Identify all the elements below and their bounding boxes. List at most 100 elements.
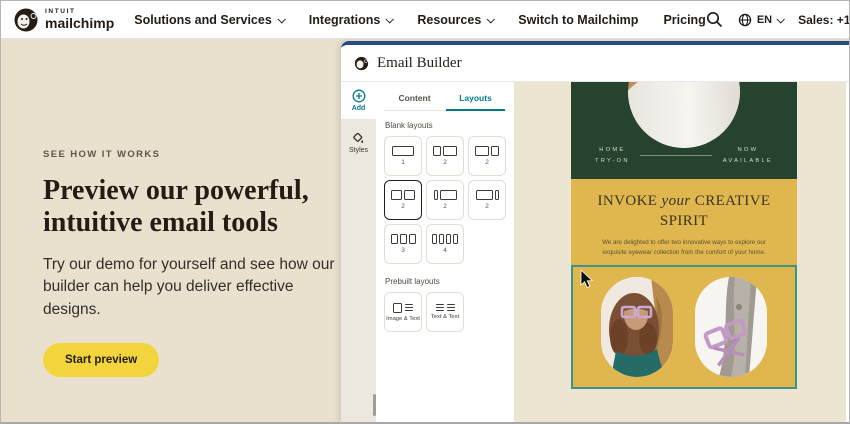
- top-navigation: INTUIT mailchimp Solutions and Services …: [1, 1, 849, 39]
- prebuilt-layouts-grid: Image & Text Text & Text: [384, 292, 506, 332]
- blank-layouts-grid: 1 2 2 2 2 2 3 4: [384, 136, 506, 264]
- text-text-icon: [435, 303, 455, 312]
- divider-line: [640, 155, 713, 157]
- hat-product-image: [628, 82, 740, 148]
- headline-italic: your: [661, 193, 691, 209]
- email-body-text: We are delighted to offer two innovative…: [602, 239, 766, 257]
- layout-glyph: [433, 190, 457, 200]
- model-with-glasses-image: [601, 277, 673, 377]
- email-headline: INVOKE your CREATIVE SPIRIT: [585, 192, 783, 231]
- layout-card-1col[interactable]: 1: [384, 136, 422, 176]
- prebuilt-layouts-label: Prebuilt layouts: [385, 277, 440, 286]
- chevron-down-icon: [486, 14, 496, 24]
- email-preview[interactable]: HOME TRY-ON NOW AVAILABLE INVOKE your CR…: [571, 82, 797, 389]
- chevron-down-icon: [776, 14, 786, 24]
- layout-card-thin-wide[interactable]: 2: [426, 180, 464, 220]
- tab-content[interactable]: Content: [384, 85, 445, 110]
- hero-section: SEE HOW IT WORKS Preview our powerful, i…: [43, 149, 353, 378]
- page-title: Preview our powerful, intuitive email to…: [43, 175, 353, 239]
- layout-card-large-small[interactable]: 2: [468, 136, 506, 176]
- nav-item-resources[interactable]: Resources: [417, 12, 496, 27]
- email-image-section-selected[interactable]: [571, 265, 797, 389]
- layout-glyph: [432, 234, 458, 244]
- nav-item-pricing[interactable]: Pricing: [663, 13, 705, 27]
- layout-count: 2: [485, 203, 489, 210]
- header-left-line1: HOME: [599, 147, 626, 154]
- freddie-logo-icon: [14, 8, 38, 31]
- logo-brand-label: mailchimp: [45, 15, 115, 32]
- layout-card-two-equal-selected[interactable]: 2: [384, 180, 422, 220]
- nav-item-label: Integrations: [308, 12, 381, 27]
- nav-item-switch-to-mailchimp[interactable]: Switch to Mailchimp: [518, 13, 638, 27]
- blank-layouts-label: Blank layouts: [385, 121, 433, 130]
- nav-item-label: Solutions and Services: [134, 12, 272, 27]
- layout-glyph: [391, 190, 415, 200]
- styles-label: Styles: [348, 147, 369, 154]
- email-headline-section[interactable]: INVOKE your CREATIVE SPIRIT We are delig…: [571, 179, 797, 265]
- nav-item-label: Pricing: [663, 12, 706, 27]
- nav-item-solutions[interactable]: Solutions and Services: [134, 12, 286, 27]
- builder-canvas: HOME TRY-ON NOW AVAILABLE INVOKE your CR…: [514, 82, 849, 422]
- language-selector[interactable]: EN: [738, 13, 786, 27]
- builder-title: Email Builder: [377, 54, 462, 71]
- home-try-on-text: HOME TRY-ON: [595, 145, 630, 166]
- layout-count: 2: [443, 159, 447, 166]
- nav-item-label: Resources: [417, 12, 482, 27]
- add-block-button[interactable]: Add: [341, 82, 376, 119]
- title-line-2: intuitive email tools: [43, 206, 278, 238]
- builder-body: Add Styles Content Layouts Blank layouts…: [341, 82, 849, 422]
- add-plus-icon: [352, 89, 365, 103]
- glasses-on-rock-image: [695, 277, 767, 377]
- layout-card-image-text[interactable]: Image & Text: [384, 292, 422, 332]
- layout-count: 3: [401, 247, 405, 254]
- headline-part1: INVOKE: [597, 193, 662, 209]
- layout-card-3col[interactable]: 3: [384, 224, 422, 264]
- header-right-line1: NOW: [737, 147, 759, 154]
- layout-card-wide-thin[interactable]: 2: [468, 180, 506, 220]
- sales-phone-link[interactable]: Sales: +1 (800) 315-5939: [798, 13, 849, 27]
- nav-right-cluster: EN Sales: +1 (800) 315-5939 Log In Start…: [706, 5, 849, 35]
- mouse-cursor-icon: [580, 270, 594, 289]
- language-label: EN: [756, 13, 773, 26]
- logo-text: INTUIT mailchimp: [45, 8, 115, 32]
- layout-card-text-text[interactable]: Text & Text: [426, 292, 464, 332]
- add-label: Add: [351, 105, 366, 112]
- layout-count: 4: [443, 247, 447, 254]
- mailchimp-logo[interactable]: INTUIT mailchimp: [13, 7, 114, 33]
- nav-item-label: Switch to Mailchimp: [518, 12, 639, 27]
- freddie-builder-icon: [354, 56, 369, 70]
- layout-glyph: [475, 146, 499, 156]
- title-line-1: Preview our powerful,: [43, 175, 309, 206]
- styles-paint-icon: [353, 132, 364, 144]
- header-left-line2: TRY-ON: [595, 157, 630, 164]
- nav-item-integrations[interactable]: Integrations: [308, 12, 395, 27]
- email-builder-panel: Email Builder Add Styles Content Layouts…: [341, 41, 849, 422]
- mailchimp-landing-page: INTUIT mailchimp Solutions and Services …: [0, 0, 850, 424]
- tab-layouts[interactable]: Layouts: [445, 85, 506, 111]
- layout-card-small-large[interactable]: 2: [426, 136, 464, 176]
- builder-tabs: Content Layouts: [384, 85, 506, 111]
- hero-description: Try our demo for yourself and see how ou…: [43, 255, 335, 318]
- layout-count: 2: [443, 203, 447, 210]
- globe-icon: [738, 13, 752, 26]
- layout-count: 2: [401, 203, 405, 210]
- layout-glyph: [433, 146, 457, 156]
- layout-count: 1: [401, 159, 405, 166]
- prebuilt-label: Text & Text: [430, 314, 460, 321]
- chevron-down-icon: [277, 14, 286, 24]
- styles-button[interactable]: Styles: [349, 132, 368, 154]
- chevron-down-icon: [385, 14, 395, 24]
- email-header-row: HOME TRY-ON NOW AVAILABLE: [571, 145, 797, 166]
- start-preview-button[interactable]: Start preview: [43, 343, 160, 378]
- search-icon[interactable]: [706, 11, 723, 28]
- panel-scrollbar[interactable]: [373, 394, 376, 416]
- builder-icon-rail: Add Styles: [341, 82, 376, 422]
- layout-glyph: [390, 234, 416, 244]
- layout-card-4col[interactable]: 4: [426, 224, 464, 264]
- email-header-section[interactable]: HOME TRY-ON NOW AVAILABLE: [571, 82, 797, 179]
- now-available-text: NOW AVAILABLE: [723, 145, 773, 166]
- layouts-sidebar: Content Layouts Blank layouts 1 2 2 2 2 …: [376, 82, 514, 422]
- nav-menu: Solutions and Services Integrations Reso…: [134, 13, 706, 27]
- image-text-icon: [393, 302, 413, 313]
- layout-count: 2: [485, 159, 489, 166]
